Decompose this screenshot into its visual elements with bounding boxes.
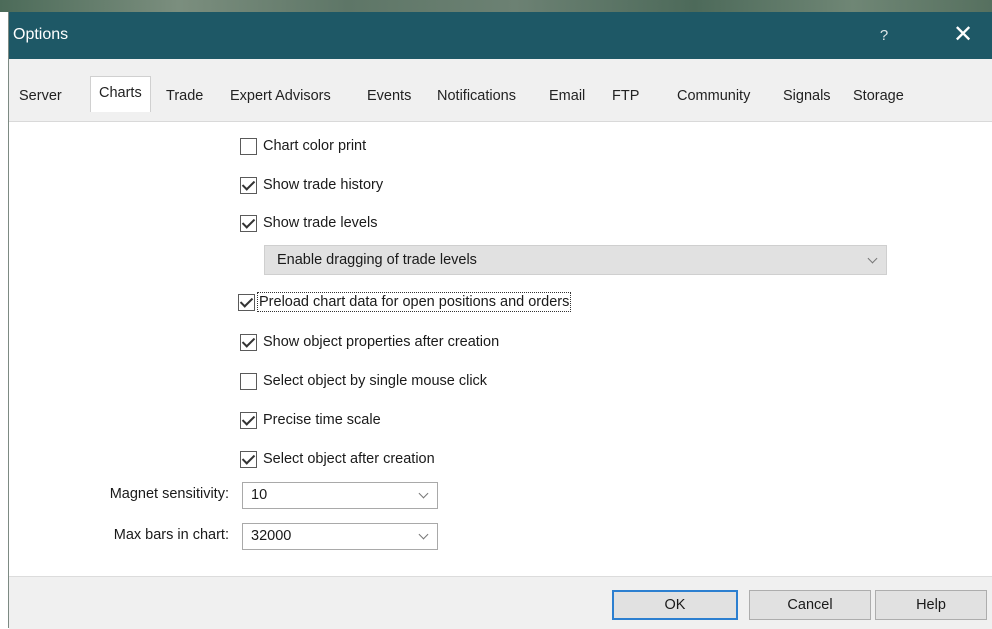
chevron-down-icon (418, 529, 429, 540)
help-button[interactable]: Help (875, 590, 987, 620)
trade-levels-mode-value: Enable dragging of trade levels (277, 252, 477, 268)
title-bar: Options ? ✕ (9, 12, 992, 59)
tab-notifications[interactable]: Notifications (437, 81, 516, 111)
chevron-down-icon (418, 488, 429, 499)
chart-color-print-checkbox[interactable] (240, 137, 257, 155)
chevron-down-icon (867, 253, 878, 264)
tab-email[interactable]: Email (549, 81, 585, 111)
magnet-sensitivity-value: 10 (251, 487, 268, 503)
select-after-creation-label: Select object after creation (263, 451, 435, 467)
show-object-properties-checkbox[interactable] (240, 333, 257, 351)
show-object-properties-label: Show object properties after creation (263, 334, 500, 350)
tab-charts[interactable]: Charts (90, 76, 151, 112)
options-dialog: Options ? ✕ Server Charts Trade Expert A… (9, 12, 992, 629)
magnet-sensitivity-label: Magnet sensitivity: (109, 486, 229, 502)
dialog-footer: OK Cancel Help (9, 576, 992, 629)
select-single-click-checkbox[interactable] (240, 372, 257, 390)
ok-button[interactable]: OK (612, 590, 738, 620)
charts-tab-panel: Chart color print Show trade history Sho… (9, 122, 992, 576)
tab-strip: Server Charts Trade Expert Advisors Even… (9, 59, 992, 122)
trade-levels-mode-select[interactable]: Enable dragging of trade levels (264, 245, 887, 275)
preload-chart-data-option[interactable]: Preload chart data for open positions an… (238, 290, 572, 314)
select-after-creation-option[interactable]: Select object after creation (240, 447, 435, 471)
show-trade-levels-option[interactable]: Show trade levels (240, 211, 377, 235)
select-after-creation-checkbox[interactable] (240, 450, 257, 468)
preload-chart-data-checkbox[interactable] (238, 293, 255, 311)
show-object-properties-option[interactable]: Show object properties after creation (240, 330, 499, 354)
chart-color-print-option[interactable]: Chart color print (240, 134, 366, 158)
select-single-click-label: Select object by single mouse click (263, 373, 488, 389)
tab-server[interactable]: Server (19, 81, 62, 111)
tab-community[interactable]: Community (677, 81, 750, 111)
show-trade-history-option[interactable]: Show trade history (240, 173, 383, 197)
tab-expert-advisors[interactable]: Expert Advisors (230, 81, 331, 111)
show-trade-history-label: Show trade history (263, 177, 384, 193)
tab-trade[interactable]: Trade (166, 81, 203, 111)
select-single-click-option[interactable]: Select object by single mouse click (240, 369, 487, 393)
tab-signals[interactable]: Signals (783, 81, 831, 111)
precise-time-scale-option[interactable]: Precise time scale (240, 408, 381, 432)
show-trade-history-checkbox[interactable] (240, 176, 257, 194)
chart-color-print-label: Chart color print (263, 138, 367, 154)
close-icon[interactable]: ✕ (941, 18, 985, 52)
max-bars-label: Max bars in chart: (113, 527, 229, 543)
max-bars-combo[interactable]: 32000 (242, 523, 438, 550)
magnet-sensitivity-combo[interactable]: 10 (242, 482, 438, 509)
cancel-button[interactable]: Cancel (749, 590, 871, 620)
help-icon[interactable]: ? (869, 22, 899, 50)
tab-events[interactable]: Events (367, 81, 411, 111)
window-title: Options (13, 26, 69, 43)
show-trade-levels-label: Show trade levels (263, 215, 378, 231)
tab-storage[interactable]: Storage (853, 81, 904, 111)
tab-ftp[interactable]: FTP (612, 81, 639, 111)
max-bars-value: 32000 (251, 528, 292, 544)
precise-time-scale-checkbox[interactable] (240, 411, 257, 429)
preload-chart-data-label: Preload chart data for open positions an… (256, 292, 572, 312)
background-desktop-strip (0, 0, 992, 12)
precise-time-scale-label: Precise time scale (263, 412, 381, 428)
show-trade-levels-checkbox[interactable] (240, 214, 257, 232)
